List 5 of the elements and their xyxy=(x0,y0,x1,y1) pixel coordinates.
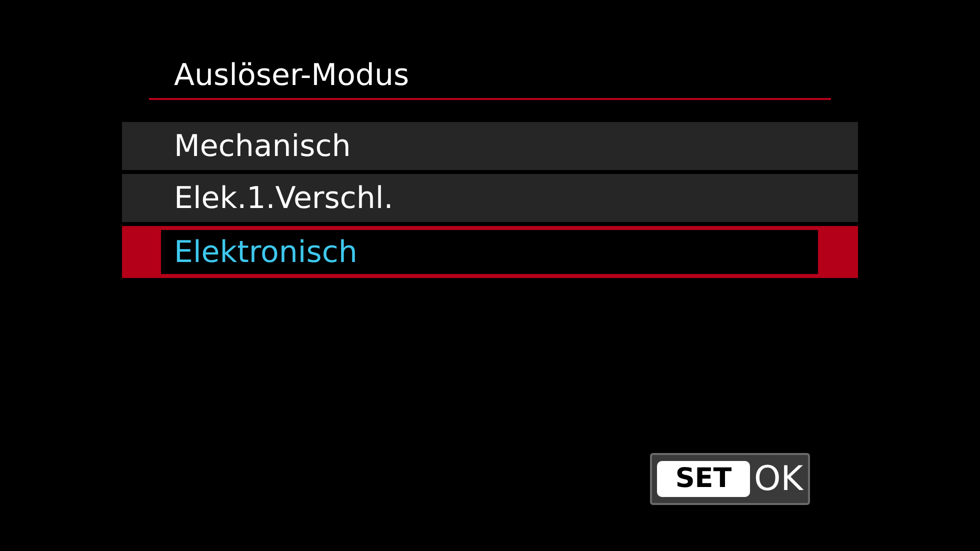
menu-option[interactable]: Elek.1.Verschl. xyxy=(122,174,858,222)
menu-option[interactable]: Mechanisch xyxy=(122,122,858,170)
menu-option[interactable]: Elektronisch xyxy=(122,226,858,278)
set-ok-button[interactable]: SET OK xyxy=(650,453,810,505)
screen-title: Auslöser-Modus xyxy=(174,58,410,93)
